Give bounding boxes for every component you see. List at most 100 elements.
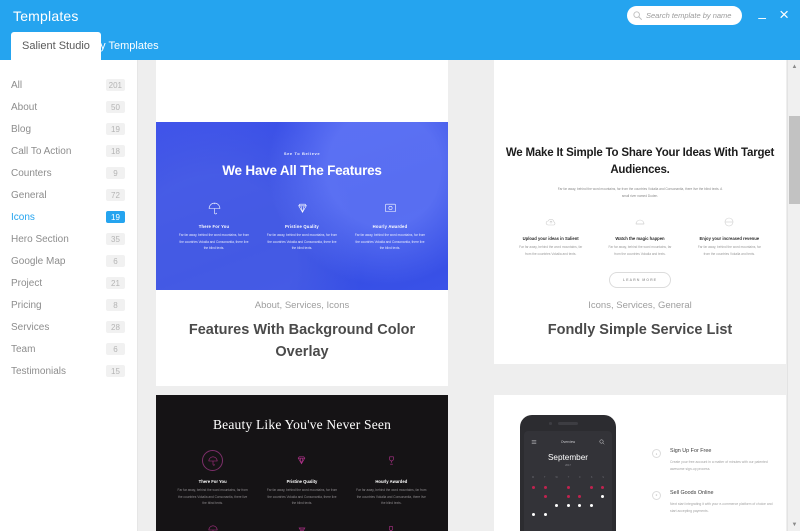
- sidebar-item-icons[interactable]: Icons 19: [0, 206, 137, 228]
- sidebar-item-count: 50: [106, 101, 125, 113]
- phone-screen: Overview September 2017 M T W T F S S: [524, 431, 612, 531]
- thumb-feature-item: Hourly Awarded Far far away, behind the …: [346, 200, 434, 252]
- weekday-label: S: [590, 476, 593, 479]
- thumb-kicker: See To Believe: [283, 151, 321, 156]
- umbrella-icon: [202, 450, 224, 471]
- scroll-up-arrow[interactable]: ▲: [788, 60, 800, 73]
- calendar-dot: [578, 495, 581, 498]
- sidebar-item-count: 18: [106, 145, 125, 157]
- feature-name: Enjoy your increased revenue: [699, 236, 760, 242]
- sidebar-item-label: Project: [11, 277, 43, 289]
- hamburger-menu-icon: [531, 440, 537, 444]
- card-meta: Icons: [156, 60, 448, 73]
- scrollbar-thumb[interactable]: [789, 116, 800, 204]
- page-title: Templates: [13, 8, 79, 24]
- thumb-feature-item: Hourly Awarded Far far away, behind the …: [347, 450, 436, 507]
- feature-name: Hourly Awarded: [375, 479, 408, 484]
- card-categories: Icons, Services, General: [588, 300, 692, 311]
- sidebar-item-label: Services: [11, 321, 50, 333]
- phone-year-label: 2017: [565, 464, 571, 467]
- sidebar-item-blog[interactable]: Blog 19: [0, 118, 137, 140]
- template-card-service-list[interactable]: We Make It Simple To Share Your Ideas Wi…: [494, 122, 786, 364]
- scroll-down-arrow[interactable]: ▼: [788, 518, 800, 531]
- umbrella-icon: [170, 200, 258, 216]
- step-number: 2: [652, 490, 661, 500]
- sidebar-item-services[interactable]: Services 28: [0, 316, 137, 338]
- feature-name: Pristine Quality: [285, 224, 319, 229]
- sidebar-item-hero-section[interactable]: Hero Section 35: [0, 228, 137, 250]
- calendar-row: [532, 513, 604, 516]
- thumb-heading: We Make It Simple To Share Your Ideas Wi…: [505, 147, 775, 176]
- card-thumbnail: Beauty Like You've Never Seen There For …: [156, 395, 448, 531]
- calendar-row: [532, 495, 604, 498]
- calendar-dot: [589, 486, 593, 489]
- calendar-dot: [601, 513, 604, 516]
- feature-desc: Far far away, behind the word mountains,…: [608, 245, 672, 257]
- sidebar-item-team[interactable]: Team 6: [0, 338, 137, 360]
- sidebar-item-about[interactable]: About 50: [0, 96, 137, 118]
- sidebar-item-label: Google Map: [11, 255, 66, 267]
- sidebar-item-label: Counters: [11, 167, 52, 179]
- sidebar-item-count: 201: [105, 79, 125, 91]
- thumb-heading: We Have All The Features: [222, 163, 382, 178]
- card-thumbnail: Overview September 2017 M T W T F S S 1 …: [494, 395, 786, 531]
- sidebar-item-counters[interactable]: Counters 9: [0, 162, 137, 184]
- calendar-dot: [555, 495, 558, 498]
- thumb-feature-item: There For You Far far away, behind the w…: [168, 450, 257, 507]
- calendar-dot: [543, 486, 547, 489]
- search-icon: [599, 439, 605, 445]
- sidebar-item-count: 72: [106, 189, 125, 201]
- phone-weekday-row: M T W T F S S: [524, 476, 612, 479]
- sidebar-item-general[interactable]: General 72: [0, 184, 137, 206]
- thumb-subtext: Far far away, behind the word mountains,…: [557, 187, 723, 199]
- tab-my-templates[interactable]: My Templates: [80, 32, 170, 60]
- thumb-feature-item: Pristine Quality Far far away, behind th…: [257, 450, 346, 507]
- sidebar-item-label: Team: [11, 343, 36, 355]
- template-card-features-overlay[interactable]: See To Believe We Have All The Features …: [156, 122, 448, 386]
- sidebar-item-count: 19: [106, 123, 125, 135]
- template-card-phone-steps[interactable]: Overview September 2017 M T W T F S S 1 …: [494, 395, 786, 531]
- sidebar-item-google-map[interactable]: Google Map 6: [0, 250, 137, 272]
- sidebar-item-label: Hero Section: [11, 233, 69, 245]
- thumb-feature-item: Upload your ideas in Salient Far far awa…: [506, 214, 595, 257]
- step-number: 1: [652, 449, 661, 458]
- sidebar-item-testimonials[interactable]: Testimonials 15: [0, 360, 137, 382]
- calendar-dot: [543, 513, 547, 516]
- sidebar-item-count: 8: [106, 299, 125, 311]
- sidebar-item-all[interactable]: All 201: [0, 74, 137, 96]
- learn-more-button[interactable]: LEARN MORE: [608, 271, 672, 288]
- thumb-feature-row-second: [156, 519, 448, 531]
- vertical-scrollbar[interactable]: ▲ ▼: [787, 60, 800, 531]
- trophy-icon: [381, 450, 402, 471]
- feature-name: Pristine Quality: [286, 479, 318, 484]
- close-button[interactable]: ×: [779, 6, 789, 23]
- sidebar-item-count: 28: [106, 321, 125, 333]
- steps-list: 1 Sign Up For Free Create your free acco…: [652, 448, 776, 531]
- search-input[interactable]: [646, 11, 736, 20]
- sidebar-item-call-to-action[interactable]: Call To Action 18: [0, 140, 137, 162]
- weekday-label: M: [532, 476, 534, 479]
- template-card-dark-beauty[interactable]: Beauty Like You've Never Seen There For …: [156, 395, 448, 531]
- thumb-heading: Beauty Like You've Never Seen: [212, 417, 392, 432]
- feature-desc: Far far away, behind the word mountains,…: [697, 245, 761, 257]
- tab-bar: Salient Studio My Templates: [0, 32, 800, 60]
- tab-label: My Templates: [91, 40, 159, 52]
- thumb-feature-item: [257, 519, 346, 531]
- card-title: Features With Background Color Overlay: [188, 322, 416, 360]
- feature-name: Watch the magic happen: [615, 236, 665, 242]
- phone-calendar-grid: [524, 486, 612, 516]
- sidebar-item-pricing[interactable]: Pricing 8: [0, 294, 137, 316]
- calendar-dot: [555, 513, 558, 516]
- calendar-dot: [578, 513, 581, 516]
- search-box[interactable]: [627, 6, 742, 25]
- magic-wand-icon: [595, 214, 684, 230]
- card-categories: About, Services, Icons: [254, 300, 350, 311]
- sidebar-item-label: Call To Action: [11, 145, 72, 157]
- sidebar-item-label: Pricing: [11, 299, 42, 311]
- minimize-button[interactable]: –: [758, 10, 766, 24]
- feature-name: There For You: [198, 479, 227, 484]
- calendar-dot: [566, 486, 570, 489]
- sidebar-item-project[interactable]: Project 21: [0, 272, 137, 294]
- list-item: 1 Sign Up For Free Create your free acco…: [652, 448, 776, 474]
- calendar-dot: [532, 504, 535, 507]
